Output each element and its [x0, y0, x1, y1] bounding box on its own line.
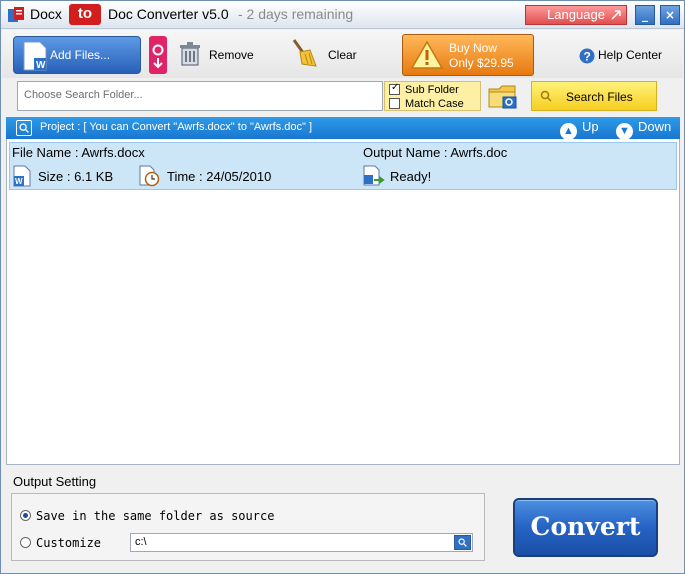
- trash-icon[interactable]: [179, 42, 201, 66]
- docx-file-icon: W: [13, 165, 31, 187]
- customize-option[interactable]: Customize: [20, 536, 101, 550]
- same-folder-option[interactable]: Save in the same folder as source: [20, 509, 274, 523]
- chevron-diagonal-icon: [611, 10, 621, 20]
- same-folder-radio[interactable]: [20, 510, 31, 521]
- clear-button[interactable]: Clear: [328, 48, 357, 62]
- buy-now-price: Only $29.95: [449, 56, 514, 70]
- file-name: File Name : Awrfs.docx: [12, 145, 145, 160]
- svg-text:W: W: [36, 60, 46, 71]
- arrow-up-icon: ▲: [560, 123, 577, 140]
- language-button[interactable]: Language: [525, 5, 627, 25]
- customize-label: Customize: [36, 536, 102, 550]
- title-suffix: Doc Converter v5.0: [108, 6, 229, 22]
- output-name: Output Name : Awrfs.doc: [363, 145, 508, 160]
- sub-folder-label: Sub Folder: [405, 84, 459, 96]
- output-setting-title: Output Setting: [13, 474, 97, 489]
- customize-radio[interactable]: [20, 537, 31, 548]
- sub-folder-option[interactable]: Sub Folder: [389, 82, 459, 97]
- search-options: Sub Folder Match Case: [384, 81, 481, 111]
- match-case-option[interactable]: Match Case: [389, 98, 464, 111]
- search-file-icon[interactable]: [149, 36, 167, 74]
- language-label: Language: [547, 7, 605, 22]
- file-status: Ready!: [390, 169, 432, 184]
- title-bar: Docx to Doc Converter v5.0 - 2 days rema…: [1, 1, 684, 29]
- warning-icon: [411, 40, 443, 69]
- remove-button[interactable]: Remove: [209, 48, 254, 62]
- file-size: Size : 6.1 KB: [38, 169, 114, 184]
- trial-remaining: - 2 days remaining: [238, 6, 354, 22]
- convert-status-icon: [363, 165, 385, 186]
- buy-now-line1: Buy Now: [449, 41, 498, 55]
- output-setting-panel: Save in the same folder as source Custom…: [11, 493, 485, 561]
- down-button[interactable]: ▼ Down: [616, 119, 671, 140]
- add-document-icon: W: [23, 41, 47, 71]
- search-files-label: Search Files: [566, 90, 633, 104]
- file-row[interactable]: File Name : Awrfs.docx Output Name : Awr…: [9, 142, 677, 190]
- project-bar: Project : [ You can Convert "Awrfs.docx"…: [6, 117, 680, 140]
- title-prefix: Docx: [30, 6, 62, 22]
- search-folder-input[interactable]: Choose Search Folder...: [17, 81, 383, 111]
- app-window: Docx to Doc Converter v5.0 - 2 days rema…: [0, 0, 685, 574]
- search-files-button[interactable]: Search Files: [531, 81, 657, 111]
- project-text: Project : [ You can Convert "Awrfs.docx"…: [40, 121, 313, 133]
- match-case-label: Match Case: [405, 98, 464, 110]
- svg-text:?: ?: [584, 50, 591, 64]
- up-label: Up: [582, 119, 599, 134]
- close-button[interactable]: ×: [660, 5, 680, 25]
- file-list[interactable]: File Name : Awrfs.docx Output Name : Awr…: [6, 139, 680, 465]
- up-button[interactable]: ▲ Up: [560, 119, 599, 140]
- add-files-button[interactable]: W Add Files...: [13, 36, 141, 74]
- help-icon[interactable]: ?: [579, 48, 595, 64]
- clock-icon: [139, 165, 160, 187]
- broom-icon[interactable]: [290, 38, 318, 68]
- convert-button[interactable]: Convert: [513, 498, 658, 557]
- match-case-checkbox[interactable]: [389, 98, 400, 109]
- title-to-badge: to: [69, 4, 101, 25]
- file-time: Time : 24/05/2010: [167, 169, 272, 184]
- browse-path-icon[interactable]: [454, 535, 471, 550]
- add-files-label: Add Files...: [50, 48, 111, 62]
- svg-text:W: W: [15, 177, 23, 186]
- same-folder-label: Save in the same folder as source: [36, 509, 275, 523]
- help-center-button[interactable]: Help Center: [598, 48, 662, 62]
- down-label: Down: [638, 119, 672, 134]
- toolbar: W Add Files... Remove Clear Buy Now Only…: [2, 30, 683, 78]
- app-logo-icon: [8, 7, 24, 22]
- browse-folder-icon[interactable]: [487, 81, 519, 111]
- output-path-input[interactable]: c:\: [130, 533, 473, 552]
- arrow-down-icon: ▼: [616, 123, 633, 140]
- project-search-icon: [16, 120, 32, 136]
- buy-now-button[interactable]: Buy Now Only $29.95: [402, 34, 534, 76]
- minimize-button[interactable]: _: [635, 5, 655, 25]
- sub-folder-checkbox[interactable]: [389, 82, 400, 95]
- search-icon: [540, 90, 552, 102]
